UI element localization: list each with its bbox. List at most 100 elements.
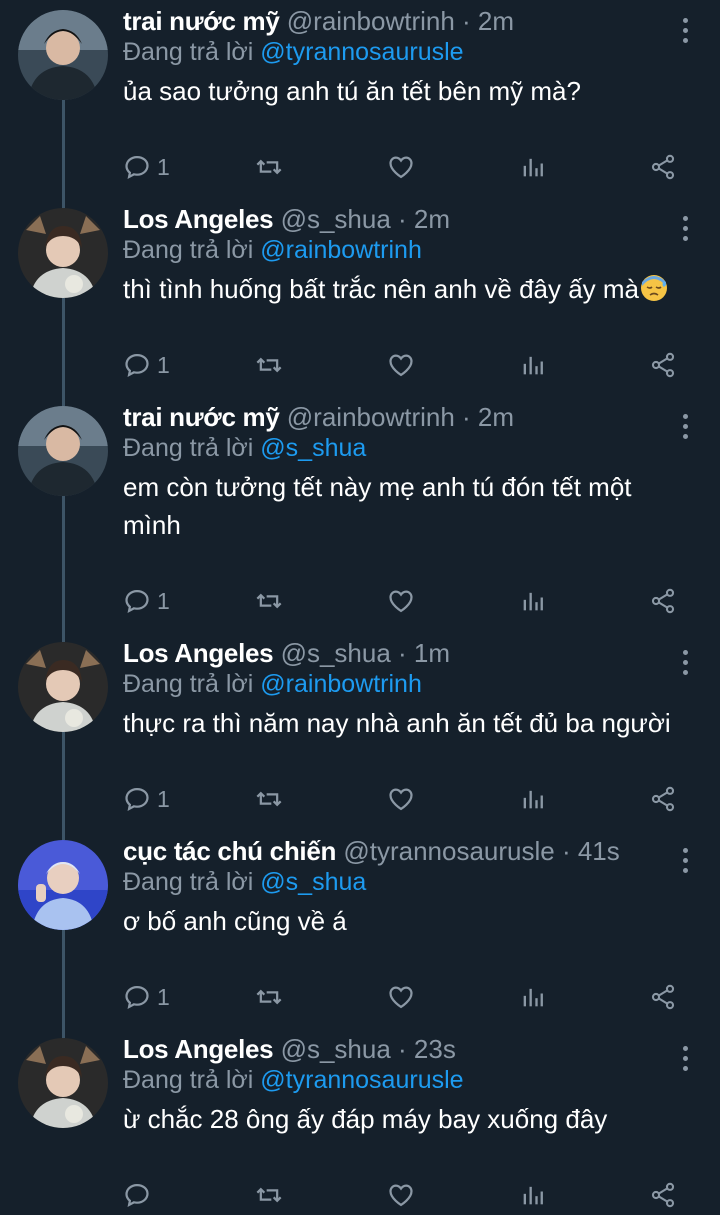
- display-name[interactable]: cục tác chú chiến: [123, 836, 336, 866]
- retweet-button[interactable]: [255, 980, 283, 1014]
- views-button[interactable]: [519, 150, 547, 184]
- reply-icon: [125, 787, 149, 811]
- user-handle[interactable]: @s_shua: [281, 1034, 391, 1064]
- replying-to-link[interactable]: @s_shua: [260, 434, 366, 462]
- tweet[interactable]: trai nước mỹ @rainbowtrinh · 2m Đang trả…: [0, 0, 720, 198]
- replying-to-link[interactable]: @rainbowtrinh: [260, 670, 422, 698]
- replying-to-link[interactable]: @tyrannosaurusle: [260, 1066, 463, 1094]
- views-button[interactable]: [519, 1178, 547, 1212]
- more-icon[interactable]: [680, 414, 690, 442]
- timestamp[interactable]: 2m: [414, 204, 450, 234]
- views-icon: [523, 988, 543, 1007]
- display-name[interactable]: trai nước mỹ: [123, 402, 280, 432]
- views-icon: [523, 592, 543, 611]
- retweet-button[interactable]: [255, 150, 283, 184]
- timestamp[interactable]: 41s: [578, 836, 620, 866]
- like-button[interactable]: [387, 584, 415, 618]
- more-icon[interactable]: [680, 18, 690, 46]
- display-name[interactable]: Los Angeles: [123, 204, 274, 234]
- more-icon[interactable]: [680, 650, 690, 678]
- share-icon: [651, 154, 675, 180]
- like-button[interactable]: [387, 782, 415, 816]
- tweet[interactable]: Los Angeles @s_shua · 2m Đang trả lời @r…: [0, 198, 720, 396]
- views-icon: [523, 158, 543, 177]
- retweet-button[interactable]: [255, 1178, 283, 1212]
- views-button[interactable]: [519, 348, 547, 382]
- replying-to-link[interactable]: @s_shua: [260, 868, 366, 896]
- tweet[interactable]: Los Angeles @s_shua · 1m Đang trả lời @r…: [0, 632, 720, 830]
- reply-button[interactable]: 1: [123, 584, 170, 618]
- like-button[interactable]: [387, 1178, 415, 1212]
- like-button[interactable]: [387, 150, 415, 184]
- user-handle[interactable]: @rainbowtrinh: [287, 402, 455, 432]
- like-button[interactable]: [387, 348, 415, 382]
- reply-count: 1: [157, 785, 170, 812]
- tweet-text: em còn tưởng tết này mẹ anh tú đón tết m…: [123, 472, 632, 540]
- user-handle[interactable]: @rainbowtrinh: [287, 6, 455, 36]
- tweet[interactable]: trai nước mỹ @rainbowtrinh · 2m Đang trả…: [0, 396, 720, 632]
- tweet[interactable]: cục tác chú chiến @tyrannosaurusle · 41s…: [0, 830, 720, 1028]
- replying-to: Đang trả lời @s_shua: [123, 432, 680, 464]
- reply-count: 1: [157, 587, 170, 614]
- views-button[interactable]: [519, 782, 547, 816]
- avatar[interactable]: [18, 208, 108, 298]
- reply-button[interactable]: [123, 1178, 157, 1212]
- avatar[interactable]: [18, 840, 108, 930]
- avatar[interactable]: [18, 406, 108, 496]
- user-handle[interactable]: @s_shua: [281, 204, 391, 234]
- reply-button[interactable]: 1: [123, 980, 170, 1014]
- downcast-face-with-sweat-icon: [639, 272, 669, 312]
- reply-button[interactable]: 1: [123, 150, 170, 184]
- views-button[interactable]: [519, 980, 547, 1014]
- share-button[interactable]: [649, 980, 677, 1014]
- share-button[interactable]: [649, 782, 677, 816]
- reply-count: 1: [157, 351, 170, 378]
- tweet-text: ơ bố anh cũng về á: [123, 906, 347, 936]
- timestamp[interactable]: 23s: [414, 1034, 456, 1064]
- timestamp[interactable]: 2m: [478, 6, 514, 36]
- display-name[interactable]: Los Angeles: [123, 1034, 274, 1064]
- replying-to-link[interactable]: @rainbowtrinh: [260, 236, 422, 264]
- avatar[interactable]: [18, 642, 108, 732]
- heart-icon: [389, 354, 413, 377]
- tweet-actions: 1: [123, 150, 683, 184]
- avatar[interactable]: [18, 10, 108, 100]
- retweet-button[interactable]: [255, 584, 283, 618]
- user-handle[interactable]: @s_shua: [281, 638, 391, 668]
- separator-dot: ·: [554, 836, 578, 866]
- separator-dot: ·: [390, 638, 414, 668]
- timestamp[interactable]: 1m: [414, 638, 450, 668]
- views-icon: [523, 790, 543, 809]
- retweet-icon: [256, 593, 282, 609]
- views-button[interactable]: [519, 584, 547, 618]
- separator-dot: ·: [390, 1034, 414, 1064]
- share-button[interactable]: [649, 348, 677, 382]
- tweet-actions: 1: [123, 782, 683, 816]
- separator-dot: ·: [454, 402, 478, 432]
- reply-button[interactable]: 1: [123, 782, 170, 816]
- reply-icon: [125, 1183, 149, 1207]
- reply-thread: trai nước mỹ @rainbowtrinh · 2m Đang trả…: [0, 0, 720, 1215]
- replying-to-link[interactable]: @tyrannosaurusle: [260, 38, 463, 66]
- tweet-text: thì tình huống bất trắc nên anh về đây ấ…: [123, 270, 680, 312]
- user-handle[interactable]: @tyrannosaurusle: [343, 836, 554, 866]
- display-name[interactable]: trai nước mỹ: [123, 6, 280, 36]
- tweet[interactable]: Los Angeles @s_shua · 23s Đang trả lời @…: [0, 1028, 720, 1215]
- reply-button[interactable]: 1: [123, 348, 170, 382]
- like-button[interactable]: [387, 980, 415, 1014]
- share-icon: [651, 984, 675, 1010]
- timestamp[interactable]: 2m: [478, 402, 514, 432]
- more-icon[interactable]: [680, 848, 690, 876]
- avatar[interactable]: [18, 1038, 108, 1128]
- thread-line: [62, 198, 65, 208]
- tweet-text: ủa sao tưởng anh tú ăn tết bên mỹ mà?: [123, 76, 581, 106]
- share-button[interactable]: [649, 1178, 677, 1212]
- share-button[interactable]: [649, 584, 677, 618]
- retweet-button[interactable]: [255, 782, 283, 816]
- retweet-button[interactable]: [255, 348, 283, 382]
- more-icon[interactable]: [680, 1046, 690, 1074]
- display-name[interactable]: Los Angeles: [123, 638, 274, 668]
- more-icon[interactable]: [680, 216, 690, 244]
- share-button[interactable]: [649, 150, 677, 184]
- tweet-actions: 1: [123, 584, 683, 618]
